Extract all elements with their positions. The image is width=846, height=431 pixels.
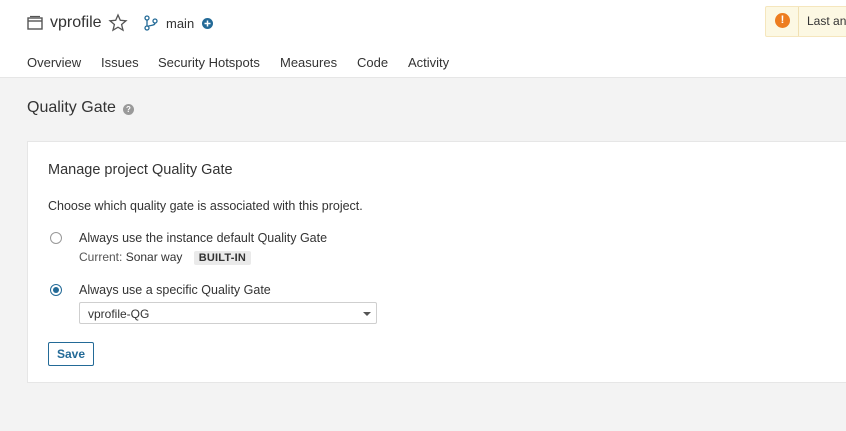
tab-measures[interactable]: Measures	[280, 55, 337, 70]
tab-code[interactable]: Code	[357, 55, 388, 70]
tab-activity[interactable]: Activity	[408, 55, 449, 70]
card-description: Choose which quality gate is associated …	[48, 199, 363, 213]
radio-default-gate[interactable]	[50, 232, 62, 244]
current-gate-name: Sonar way	[125, 250, 183, 264]
radio-specific-gate-label[interactable]: Always use a specific Quality Gate	[79, 283, 271, 297]
chevron-down-icon	[363, 312, 371, 316]
warning-icon: !	[775, 13, 790, 28]
analysis-warning-banner[interactable]: ! Last an	[765, 6, 846, 37]
built-in-badge: BUILT-IN	[193, 251, 251, 265]
project-header-row: vprofile main ! Last an	[0, 0, 846, 46]
warning-divider	[798, 7, 799, 36]
radio-default-gate-label[interactable]: Always use the instance default Quality …	[79, 231, 327, 245]
tab-security-hotspots[interactable]: Security Hotspots	[158, 55, 260, 70]
tab-overview[interactable]: Overview	[27, 55, 81, 70]
page-title: Quality Gate	[27, 99, 116, 116]
favorite-star-icon[interactable]	[108, 13, 128, 33]
warning-text: Last an	[807, 14, 846, 28]
save-button[interactable]: Save	[48, 342, 94, 366]
current-gate-info: Current: Sonar way BUILT-IN	[79, 250, 251, 265]
quality-gate-card: Manage project Quality Gate Choose which…	[27, 141, 846, 383]
project-name-link[interactable]: vprofile	[50, 14, 102, 32]
top-header: vprofile main ! Last an Overview Issues …	[0, 0, 846, 78]
plus-circle-icon[interactable]	[202, 18, 213, 29]
quality-gate-select[interactable]: vprofile-QG	[79, 302, 377, 324]
tab-issues[interactable]: Issues	[101, 55, 139, 70]
project-icon	[27, 15, 43, 30]
current-label: Current:	[79, 250, 123, 264]
radio-specific-gate[interactable]	[50, 284, 62, 296]
branch-icon	[144, 15, 158, 31]
card-title: Manage project Quality Gate	[48, 162, 233, 178]
help-icon[interactable]: ?	[123, 104, 134, 115]
branch-name[interactable]: main	[166, 16, 194, 31]
quality-gate-select-value: vprofile-QG	[88, 307, 150, 321]
